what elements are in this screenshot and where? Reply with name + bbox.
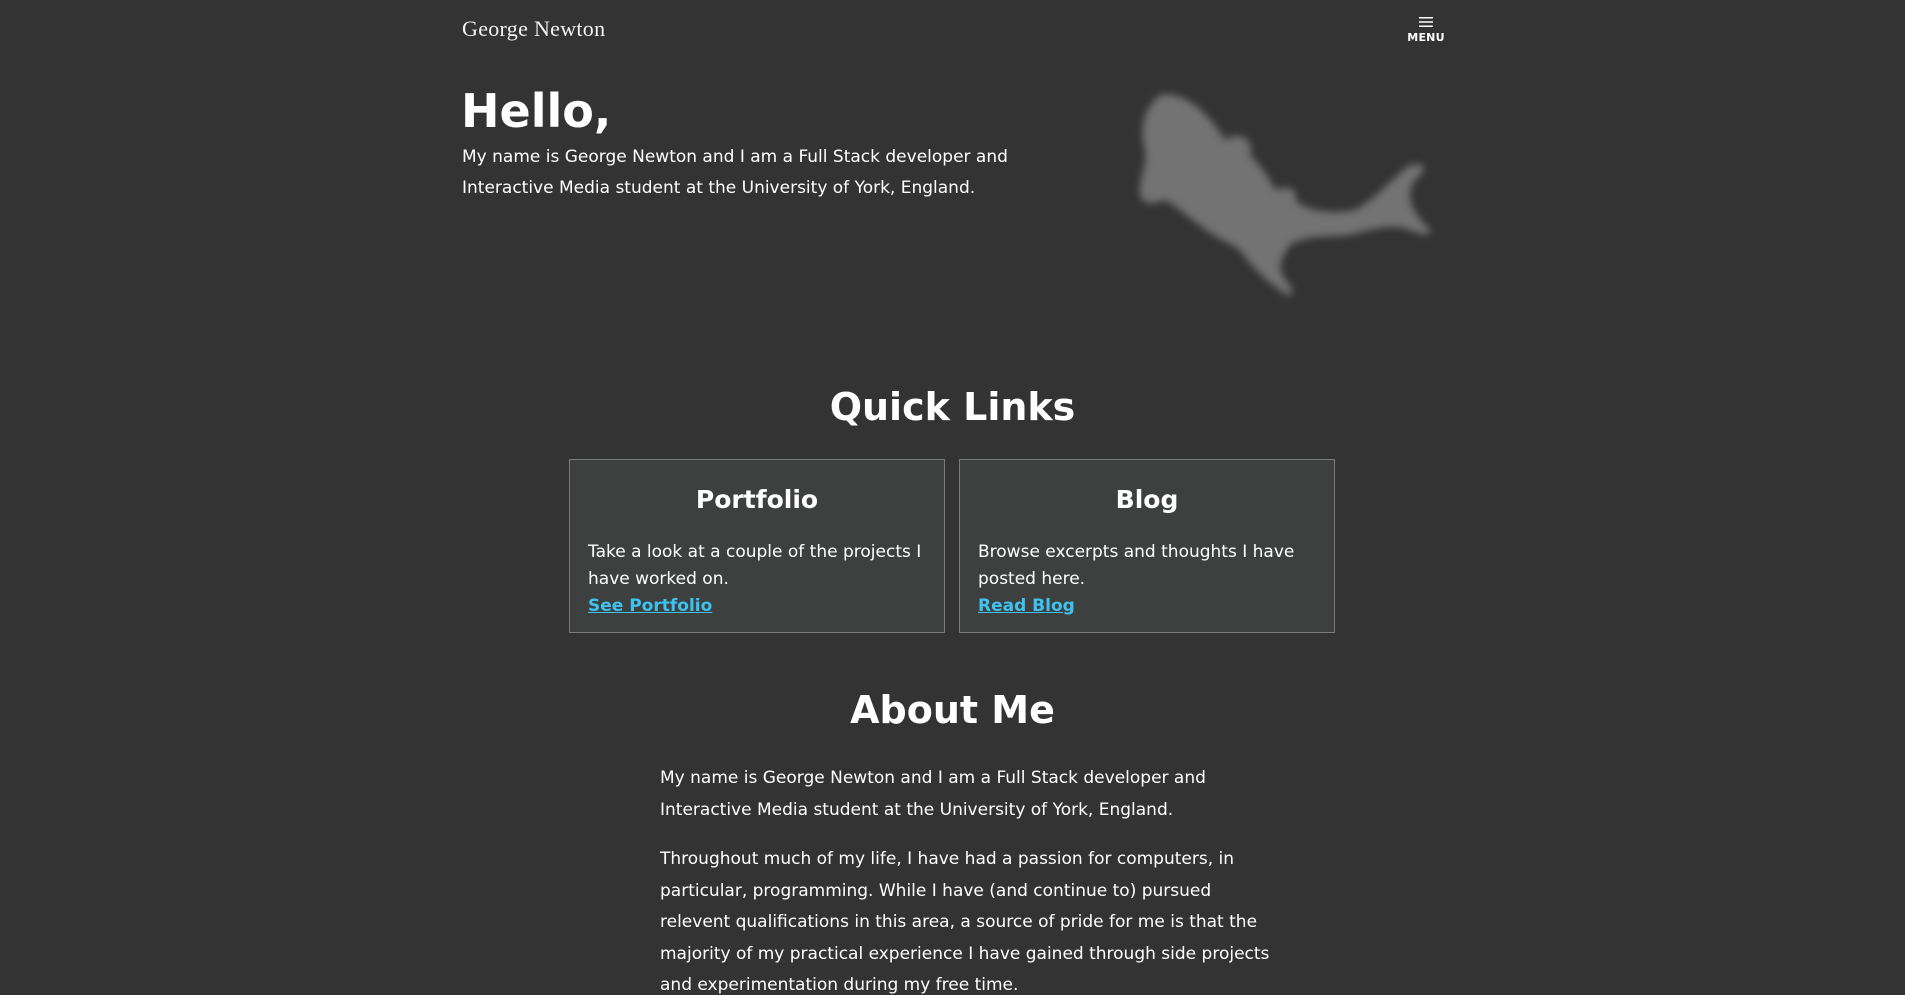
blog-card: Blog Browse excerpts and thoughts I have… bbox=[959, 459, 1335, 633]
blog-card-title: Blog bbox=[1115, 485, 1179, 514]
quick-links-heading: Quick Links bbox=[829, 385, 1076, 429]
about-me-heading: About Me bbox=[850, 688, 1055, 732]
fish-icon bbox=[1139, 94, 1431, 296]
see-portfolio-link[interactable]: See Portfolio bbox=[588, 593, 926, 619]
portfolio-card-title: Portfolio bbox=[695, 485, 819, 514]
read-blog-link[interactable]: Read Blog bbox=[978, 593, 1316, 619]
portfolio-card: Portfolio Take a look at a couple of the… bbox=[569, 459, 945, 633]
site-title[interactable]: George Newton bbox=[462, 16, 605, 42]
menu-button[interactable]: MENU bbox=[1404, 16, 1448, 44]
menu-label: MENU bbox=[1407, 31, 1445, 44]
blog-card-text: Browse excerpts and thoughts I have post… bbox=[978, 542, 1295, 589]
page: George Newton MENU Hello, My name is Geo… bbox=[0, 0, 1905, 995]
portfolio-card-text: Take a look at a couple of the projects … bbox=[588, 542, 922, 589]
hero-heading: Hello, bbox=[461, 84, 612, 138]
about-paragraph: My name is George Newton and I am a Full… bbox=[660, 768, 1206, 820]
hero-intro: My name is George Newton and I am a Full… bbox=[462, 147, 1008, 198]
hamburger-icon bbox=[1419, 17, 1433, 27]
about-section: My name is George Newton and I am a Full… bbox=[660, 763, 1270, 995]
about-paragraph: Throughout much of my life, I have had a… bbox=[660, 849, 1270, 995]
